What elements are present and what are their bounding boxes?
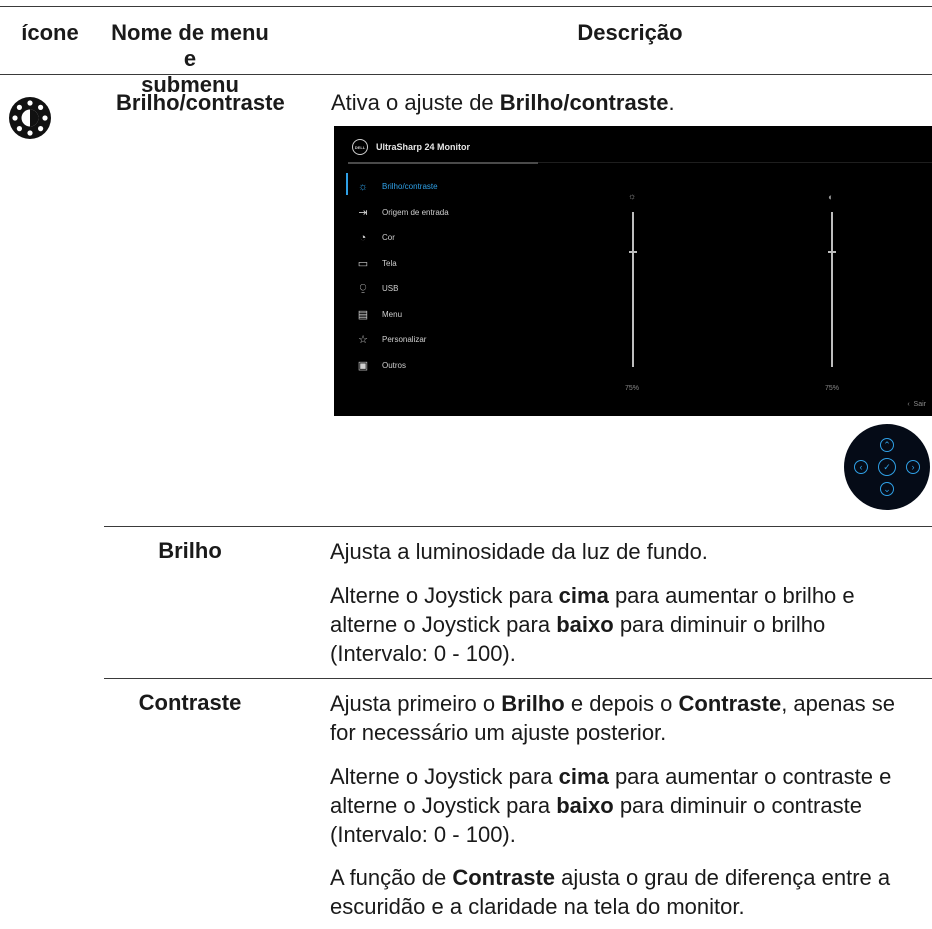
row-rule-contraste — [104, 678, 932, 679]
row-rule-brilho — [104, 526, 932, 527]
brightness-slider-handle[interactable] — [629, 251, 637, 253]
menu-icon: ▤ — [357, 308, 369, 321]
osd-title: UltraSharp 24 Monitor — [376, 142, 471, 152]
text: Contraste — [452, 865, 556, 890]
brightness-contrast-icon — [9, 97, 51, 139]
brightness-sun-icon: ☼ — [628, 191, 637, 201]
text: A função de — [330, 865, 453, 890]
joystick-down-icon: ⌄ — [880, 482, 894, 496]
others-icon: ▣ — [357, 359, 369, 372]
brightness-value: 75% — [625, 385, 640, 392]
osd-menu-item[interactable]: ☼ Brilho/contraste — [356, 174, 449, 200]
text: cima — [558, 583, 609, 608]
text: e depois o — [564, 691, 679, 716]
osd-title-underline — [348, 162, 538, 164]
osd-menu-item[interactable]: ▤ Menu — [356, 302, 449, 328]
osd-screenshot: DELL UltraSharp 24 Monitor ☼ Brilho/contr… — [334, 126, 932, 416]
contraste-desc-3: A função de Contraste ajusta o grau de d… — [330, 863, 910, 921]
brightness-slider[interactable] — [632, 212, 634, 367]
header-menu-line1: Nome de menu e — [111, 20, 269, 71]
text: Alterne o Joystick para — [330, 764, 559, 789]
header-bottom-rule — [0, 74, 932, 75]
osd-menu-item-label: Personalizar — [382, 335, 427, 345]
color-palette-icon: ◔ — [359, 231, 367, 244]
osd-menu-item-label: Brilho/contraste — [382, 182, 438, 192]
contrast-slider[interactable] — [831, 212, 833, 367]
header-description: Descrição — [577, 20, 683, 45]
header-menu-name: Nome de menu e submenu — [104, 20, 276, 98]
osd-menu-item-label: Origem de entrada — [382, 207, 449, 217]
brilho-desc-1: Ajusta a luminosidade da luz de fundo. — [330, 539, 708, 564]
joystick-ok-icon: ✓ — [878, 458, 896, 476]
text: Alterne o Joystick para — [330, 583, 559, 608]
input-source-icon: ⇥ — [358, 206, 368, 219]
submenu-contraste: Contraste — [138, 690, 242, 715]
joystick-up-icon: ⌃ — [880, 438, 894, 452]
osd-title-divider — [538, 162, 932, 163]
contraste-desc-2: Alterne o Joystick para cima para aument… — [330, 762, 910, 849]
osd-menu-item-label: Cor — [382, 233, 395, 243]
osd-menu-item[interactable]: ▣ Outros — [356, 353, 449, 379]
osd-exit-button[interactable]: ‹ Sair — [907, 401, 926, 408]
table-top-rule — [0, 6, 932, 7]
star-icon: ☆ — [358, 334, 368, 347]
main-desc-bold: Brilho/contraste — [499, 90, 669, 115]
exit-label: Sair — [913, 401, 926, 408]
osd-menu-item[interactable]: ⇥ Origem de entrada — [356, 200, 449, 226]
joystick-right-icon: › — [906, 460, 920, 474]
brilho-desc-2: Alterne o Joystick para cima para aument… — [330, 581, 910, 668]
joystick-left-icon: ‹ — [854, 460, 868, 474]
osd-title-bar: DELL UltraSharp 24 Monitor — [352, 139, 470, 155]
contrast-value: 75% — [825, 385, 840, 392]
osd-menu-item-label: USB — [382, 284, 399, 294]
main-desc-prefix: Ativa o ajuste de — [331, 90, 500, 115]
osd-menu-item[interactable]: ◔ Cor — [356, 225, 449, 251]
text: cima — [558, 764, 609, 789]
main-desc-suffix: . — [668, 90, 675, 115]
main-row-description: Ativa o ajuste de Brilho/contraste. — [331, 88, 911, 117]
osd-menu-item[interactable]: ☆ Personalizar — [356, 327, 449, 353]
osd-menu-item[interactable]: ⍜ USB — [356, 276, 449, 302]
osd-selection-indicator — [346, 173, 348, 195]
exit-chevron-icon: ‹ — [907, 401, 910, 408]
contrast-slider-handle[interactable] — [828, 251, 836, 253]
usb-icon: ⍜ — [359, 282, 367, 295]
display-icon: ▭ — [357, 257, 369, 270]
text: baixo — [556, 612, 614, 637]
submenu-brilho: Brilho — [158, 538, 222, 563]
dell-logo: DELL — [352, 139, 368, 155]
sun-icon: ☼ — [357, 180, 369, 193]
osd-menu-item[interactable]: ▭ Tela — [356, 251, 449, 277]
text: Ajusta primeiro o — [330, 691, 502, 716]
contraste-desc-1: Ajusta primeiro o Brilho e depois o Cont… — [330, 689, 910, 747]
text: Contraste — [678, 691, 782, 716]
menu-name-brilho-contraste: Brilho/contraste — [116, 90, 285, 115]
osd-menu-item-label: Tela — [382, 258, 397, 268]
header-icon: ícone — [21, 20, 79, 45]
joystick-graphic: ⌃ ‹ ✓ › ⌄ — [844, 424, 930, 510]
osd-menu: ☼ Brilho/contraste ⇥ Origem de entrada ◔ Cor ▭… — [356, 174, 449, 378]
text: Brilho — [501, 691, 565, 716]
contrast-icon: ◐ — [828, 192, 834, 202]
osd-menu-item-label: Outros — [382, 360, 407, 370]
text: baixo — [556, 793, 614, 818]
osd-menu-item-label: Menu — [382, 309, 403, 319]
